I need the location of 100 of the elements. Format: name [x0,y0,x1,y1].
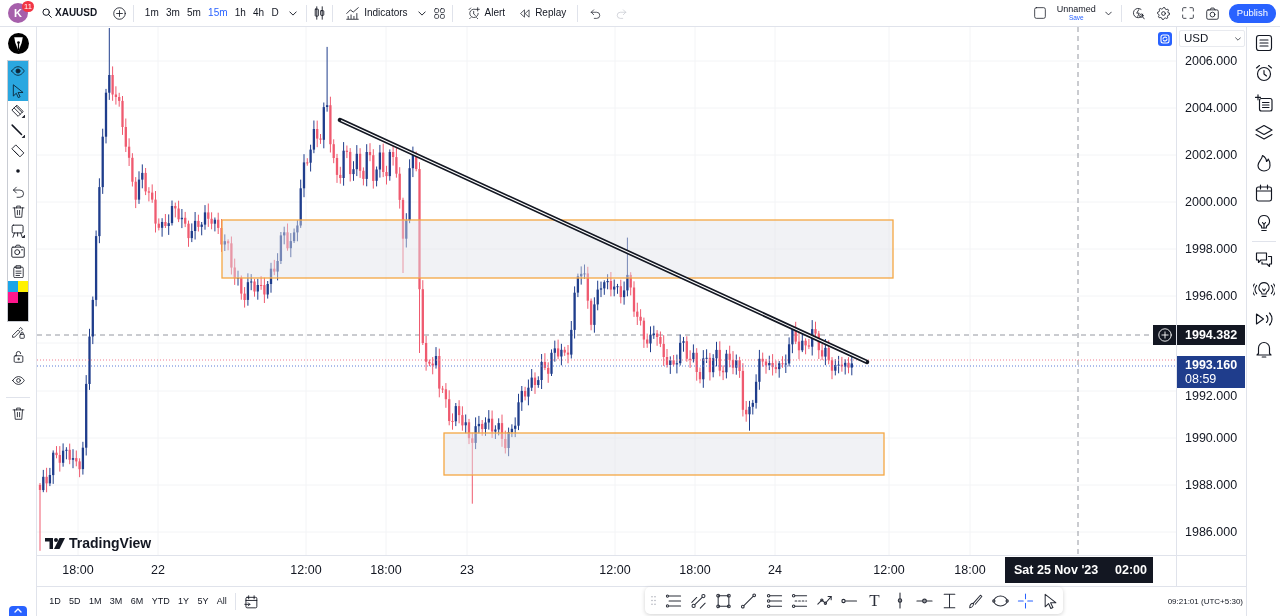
interval-tab[interactable]: 15m [204,8,232,18]
range-button[interactable]: 3M [105,591,127,612]
ellipse-icon [991,592,1009,609]
alarm-clock-icon [467,7,480,19]
cycle-icon [1159,33,1171,45]
range-button[interactable]: 1M [84,591,106,612]
drawing-tool-button[interactable]: T [862,588,888,613]
price-axis-label: 1990.000 [1185,431,1238,445]
camera-icon [11,244,25,258]
chart-toggle-button[interactable] [1158,32,1172,46]
eraser-icon [11,144,25,158]
calendar-icon[interactable] [1254,184,1273,202]
publish-button[interactable]: Publish [1228,3,1276,23]
pencil-lock-icon[interactable] [11,326,25,339]
dashed-lines-icon [790,592,808,609]
camera-icon[interactable] [1205,6,1219,20]
plus-circle-icon [1157,328,1172,342]
easel-icon [11,224,25,238]
time-axis-label: 23 [460,563,474,577]
undo-icon [11,184,25,198]
add-list-icon[interactable] [1254,94,1273,112]
caret-icon[interactable] [417,10,426,16]
alert-button[interactable]: Alert [467,7,506,19]
candlestick-icon[interactable] [314,6,326,20]
range-button[interactable]: 5D [64,591,85,612]
interval-tab[interactable]: 1m [141,8,163,18]
dot-icon [16,169,20,173]
eye-icon[interactable] [11,374,25,387]
time-axis-label: 12:00 [873,563,905,577]
settings-icon[interactable] [1156,6,1170,20]
range-button[interactable]: 1Y [173,591,194,612]
bell-icon[interactable] [1254,340,1273,358]
last-price: 1993.160 [1185,358,1238,372]
trash-icon [11,204,25,218]
caret-up-icon [14,608,22,613]
indicators-button[interactable]: Indicators [346,6,408,20]
range-button[interactable]: 1D [45,591,65,612]
color-swatch-icon[interactable] [18,292,28,303]
time-axis-label: 22 [151,563,165,577]
caret-icon [1235,36,1241,41]
plus-button[interactable] [1153,325,1176,345]
list-icon[interactable] [1254,34,1273,52]
grid-icon[interactable] [433,7,445,19]
channel-icon [765,592,783,609]
price-axis-label: 1988.000 [1185,478,1238,492]
interval-tab[interactable]: 4h [249,8,268,18]
eye-icon [11,64,25,78]
time-axis-label: 24 [768,563,782,577]
drag-handle-icon[interactable] [651,595,656,606]
price-axis-label: 1992.000 [1185,389,1238,403]
alarm-clock-icon[interactable] [1254,64,1273,82]
interval-tab[interactable]: 3m [162,8,184,18]
interval-tab[interactable]: D [267,8,283,18]
lightning-search-icon[interactable] [1131,6,1145,20]
range-button[interactable]: 6M [126,591,148,612]
flame-icon[interactable] [1254,154,1273,172]
color-swatch-icon[interactable] [8,292,18,303]
plus-circle-icon[interactable] [113,6,127,20]
logo-text: TradingView [69,535,152,551]
layers-icon[interactable] [1254,124,1273,142]
caret-icon[interactable] [289,10,298,16]
crosshair-date: Sat 25 Nov '23 [1014,561,1099,579]
horizontal-ray-icon [840,597,858,604]
time-axis-label: 12:00 [290,563,322,577]
brush-icon [966,592,984,609]
pen-nib-icon[interactable] [7,33,29,54]
interval-tab[interactable]: 1h [231,8,250,18]
symbol-search-button[interactable]: XAUUSD [42,8,98,18]
play-sound-icon[interactable] [1254,310,1273,328]
price-axis-label: 2006.000 [1185,54,1238,68]
time-axis-label: 12:00 [599,563,631,577]
range-button[interactable]: YTD [147,591,174,612]
rectangle-icon [715,592,733,609]
range-button[interactable]: 5Y [193,591,213,612]
replay-button[interactable]: Replay [519,7,567,19]
color-swatch-icon[interactable] [8,281,18,292]
price-axis-label: 2002.000 [1185,148,1238,162]
color-swatch-icon[interactable] [18,281,28,292]
vertical-line-icon [896,592,903,609]
price-axis-label: 2004.000 [1185,101,1238,115]
line-icon [11,124,25,138]
crosshair-price-label: 1994.382 [1177,325,1245,345]
lock-icon[interactable] [11,350,25,363]
fullscreen-icon[interactable] [1181,7,1194,19]
undo-icon[interactable] [590,7,602,19]
chat-bubbles-icon[interactable] [1254,251,1273,269]
square-icon[interactable] [1033,7,1046,19]
cursor-icon [11,84,25,98]
horizontal-line-icon [916,597,934,604]
range-button[interactable]: All [212,591,231,612]
clock: 09:21:01 (UTC+5:30) [1167,595,1244,608]
expand-button[interactable] [9,606,27,616]
interval-tab[interactable]: 5m [183,8,205,18]
color-swatch-icon[interactable] [8,303,18,321]
broadcast-lightbulb-icon[interactable] [1252,281,1275,298]
search-icon [42,8,52,18]
logo-mark-icon [45,536,65,550]
crosshair-icon [1016,592,1034,609]
trash-icon[interactable] [11,407,25,420]
currency-dropdown[interactable]: USD [1179,30,1245,47]
